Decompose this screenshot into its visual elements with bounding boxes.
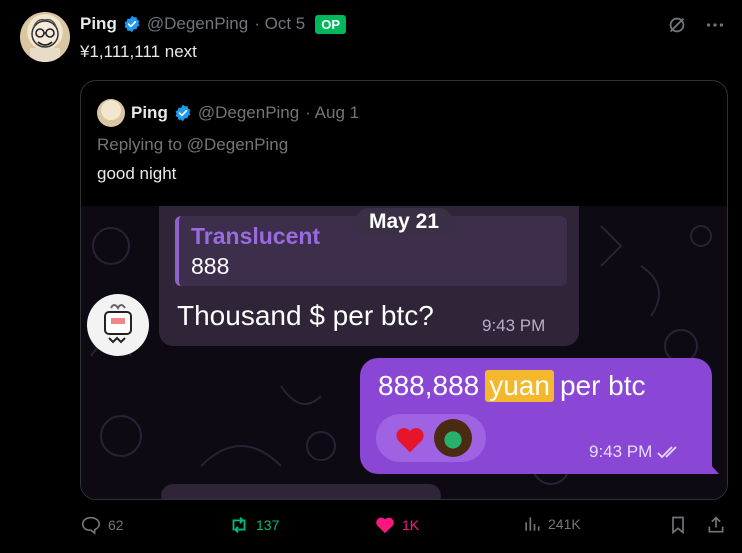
outgoing-message: 888,888 yuan per btc (378, 370, 646, 402)
views-chart-icon (525, 517, 540, 531)
date-pill: May 21 (355, 208, 454, 236)
repost-icon (232, 517, 246, 533)
more-options-icon[interactable] (704, 14, 726, 36)
outgoing-time: 9:43 PM (589, 442, 653, 461)
share-button[interactable] (706, 514, 726, 536)
sender-avatar (87, 294, 149, 356)
heart-reaction-icon (396, 428, 424, 453)
outgoing-time-row: 9:43 PM (589, 442, 682, 462)
views-button[interactable]: 241K (522, 514, 581, 534)
bookmark-icon (672, 516, 684, 535)
double-check-icon (657, 446, 677, 459)
share-icon (708, 516, 724, 533)
outgoing-prefix: 888,888 (378, 370, 480, 401)
tweet-top-actions (666, 14, 726, 36)
like-button[interactable]: 1K (374, 514, 419, 536)
reply-icon (81, 516, 101, 535)
author-handle[interactable]: @DegenPing (147, 14, 248, 34)
reply-button[interactable]: 62 (80, 514, 124, 536)
quoted-author-name: Ping (131, 103, 168, 122)
outgoing-highlight: yuan (485, 370, 554, 402)
author-avatar[interactable] (20, 12, 70, 62)
verified-badge-icon (124, 15, 140, 33)
tweet-action-bar: 62 137 1K 241K (0, 514, 742, 544)
chat-screenshot-image[interactable]: Translucent 888 May 21 Thousand $ per bt… (81, 206, 727, 499)
op-badge: OP (315, 14, 347, 34)
replying-to: Replying to @DegenPing (97, 135, 289, 154)
tweet-header: Ping @DegenPing · Oct 5 OP (80, 14, 347, 34)
quoted-avatar (97, 99, 125, 127)
repost-count: 137 (256, 517, 280, 533)
quote-sender: Translucent (191, 223, 321, 249)
incoming-message: Thousand $ per btc? (177, 300, 434, 331)
robot-face-icon (104, 304, 132, 344)
bookmark-button[interactable] (668, 514, 688, 536)
author-name[interactable]: Ping (80, 14, 117, 34)
heart-icon (376, 517, 394, 534)
quoted-handle: @DegenPing (197, 103, 300, 122)
quote-text: 888 (191, 253, 230, 279)
partial-bubble (161, 484, 441, 499)
avatar-face-icon (30, 18, 60, 62)
reactor-avatar (434, 419, 472, 457)
repost-button[interactable]: 137 (228, 514, 279, 536)
reply-count: 62 (108, 517, 124, 533)
bubble-tail (701, 454, 719, 474)
incoming-time: 9:43 PM (482, 316, 546, 335)
quoted-date: · Aug 1 (305, 103, 360, 122)
verified-badge-icon (175, 104, 191, 122)
grok-icon[interactable] (666, 14, 688, 36)
quoted-tweet-card[interactable]: Ping @DegenPing · Aug 1 Replying to @Deg… (80, 80, 728, 500)
quoted-text: good night (97, 164, 177, 183)
view-count: 241K (548, 516, 581, 532)
like-count: 1K (402, 517, 420, 533)
tweet-date[interactable]: · Oct 5 (254, 14, 305, 34)
quoted-header: Ping @DegenPing · Aug 1 (97, 99, 359, 127)
outgoing-suffix: per btc (559, 370, 646, 401)
tweet-text: ¥1,111,111 next (80, 42, 197, 61)
